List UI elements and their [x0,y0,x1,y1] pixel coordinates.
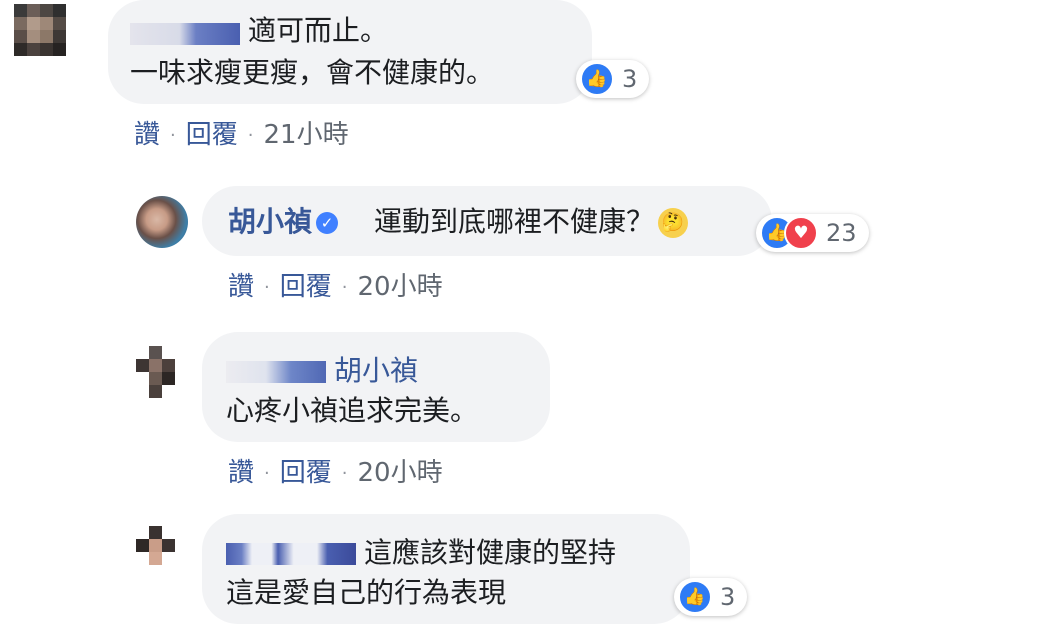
verified-badge-icon: ✓ [316,212,339,234]
comment-text: 這應該對健康的堅持 [364,536,617,569]
like-icon: 👍 [678,580,712,614]
timestamp[interactable]: 20小時 [358,458,443,488]
thinking-face-icon: 🤔 [658,208,689,238]
mentioned-name[interactable]: 胡小禎 [334,354,418,387]
avatar[interactable] [136,346,188,398]
blurred-name [226,361,326,383]
separator: · [170,125,176,146]
author-name[interactable]: 胡小禎 [228,205,312,238]
reaction-count: 3 [622,65,638,93]
comment-header: 胡小禎 ✓ [228,205,344,239]
comment-actions: 讚 · 回覆 · 21小時 [134,114,349,151]
reaction-count: 23 [826,219,857,247]
comment-text: 這是愛自己的行為表現 [226,576,507,609]
timestamp[interactable]: 20小時 [358,272,443,302]
comment-text: 運動到底哪裡不健康？ [374,205,655,238]
blurred-name [130,23,240,45]
reaction-summary[interactable]: 👍 ♥ 23 [756,214,869,252]
like-link[interactable]: 讚 [228,272,254,302]
comment-actions: 讚 · 回覆 · 20小時 [228,266,443,303]
blurred-name [226,543,356,565]
like-link[interactable]: 讚 [228,458,254,488]
like-icon: 👍 [580,62,614,96]
avatar[interactable] [14,4,66,56]
comment-header: 胡小禎 [226,354,418,388]
avatar[interactable] [136,526,188,578]
reply-link[interactable]: 回覆 [186,120,238,150]
reaction-summary[interactable]: 👍 3 [674,578,748,616]
separator: · [341,277,348,298]
separator: · [247,125,254,146]
reaction-summary[interactable]: 👍 3 [576,60,650,98]
comment-text: 適可而止。 [248,14,389,47]
like-link[interactable]: 讚 [134,120,160,150]
reply-link[interactable]: 回覆 [280,272,332,302]
comment-header [226,536,356,570]
separator: · [341,463,348,484]
comment-text: 一味求瘦更瘦，會不健康的。 [130,56,495,89]
comment-author[interactable] [130,16,240,50]
timestamp[interactable]: 21小時 [264,120,349,150]
avatar[interactable] [136,196,188,248]
reaction-count: 3 [720,583,736,611]
comment-body: 運動到底哪裡不健康？ 🤔 [374,205,689,239]
comment-text: 心疼小禎追求完美。 [226,394,479,427]
love-icon: ♥ [784,216,818,250]
reply-link[interactable]: 回覆 [280,458,332,488]
separator: · [264,277,270,298]
comment-actions: 讚 · 回覆 · 20小時 [228,452,443,489]
separator: · [264,463,270,484]
